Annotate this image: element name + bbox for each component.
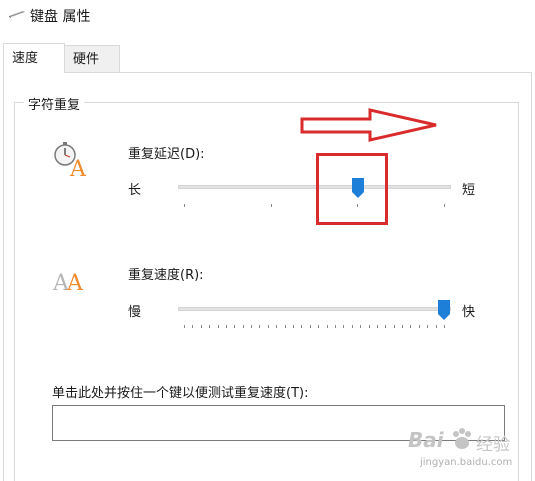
test-label: 单击此处并按住一个键以便测试重复速度(T): [52,386,309,401]
slider-tick [301,325,303,328]
watermark-brand2: 经验 [476,435,510,455]
slider-tick [309,325,311,328]
slider-tick [259,325,261,328]
slider-tick [200,325,202,328]
slider-tick [209,325,211,328]
title-bar: 键盘 属性 [0,0,535,30]
group-title: 字符重复 [24,94,85,113]
slider-tick [393,325,395,328]
annotation-highlight-box [316,153,388,225]
svg-text:A: A [69,157,87,180]
rate-max-label: 快 [462,305,476,320]
slider-tick [343,325,345,328]
slider-tick [410,325,412,328]
slider-tick [284,325,286,328]
slider-tick [427,325,429,328]
slider-tick [234,325,236,328]
tab-hardware-label: 硬件 [73,52,100,67]
tab-speed[interactable]: 速度 [3,43,65,73]
delay-label: 重复延迟(D): [128,147,205,162]
baidu-watermark: Bai 经验 jingyan.baidu.com [400,420,530,476]
rate-label: 重复速度(R): [128,268,204,283]
tab-hardware[interactable]: 硬件 [64,45,120,72]
watermark-url: jingyan.baidu.com [420,457,513,468]
slider-tick [444,325,445,328]
slider-tick [251,325,253,328]
slider-tick [276,325,278,328]
slider-tick [334,325,336,328]
annotation-arrow [300,108,437,142]
double-letter-a-icon: A A [52,271,84,294]
rate-slider-track[interactable] [178,307,451,311]
slider-tick [402,325,404,328]
rate-min-label: 慢 [128,305,142,320]
slider-tick [368,325,370,328]
keyboard-icon [9,11,25,18]
delay-max-label: 短 [462,183,476,198]
delay-slider-track[interactable] [178,185,451,189]
tab-strip: 速度 硬件 [0,43,535,73]
slider-tick [435,325,437,328]
window-title: 键盘 属性 [30,9,91,25]
stopwatch-letter-a-icon: A [54,142,87,180]
slider-tick [351,325,353,328]
slider-tick [360,325,362,328]
slider-tick [318,325,320,328]
slider-tick [326,325,328,328]
delay-min-label: 长 [128,183,142,198]
slider-tick [225,325,227,328]
slider-tick [385,325,387,328]
tab-speed-label: 速度 [12,51,39,66]
slider-tick [184,325,185,328]
svg-text:A: A [66,271,84,294]
slider-tick [418,325,420,328]
watermark-brand: Bai [408,428,444,452]
slider-tick [242,325,244,328]
slider-tick [217,325,219,328]
slider-tick [184,204,185,207]
slider-tick [293,325,295,328]
paw-icon [453,428,471,449]
slider-tick [376,325,378,328]
slider-tick [267,325,269,328]
rate-slider-thumb[interactable] [438,300,450,320]
slider-tick [270,204,272,207]
slider-tick [444,204,445,207]
slider-tick [192,325,194,328]
